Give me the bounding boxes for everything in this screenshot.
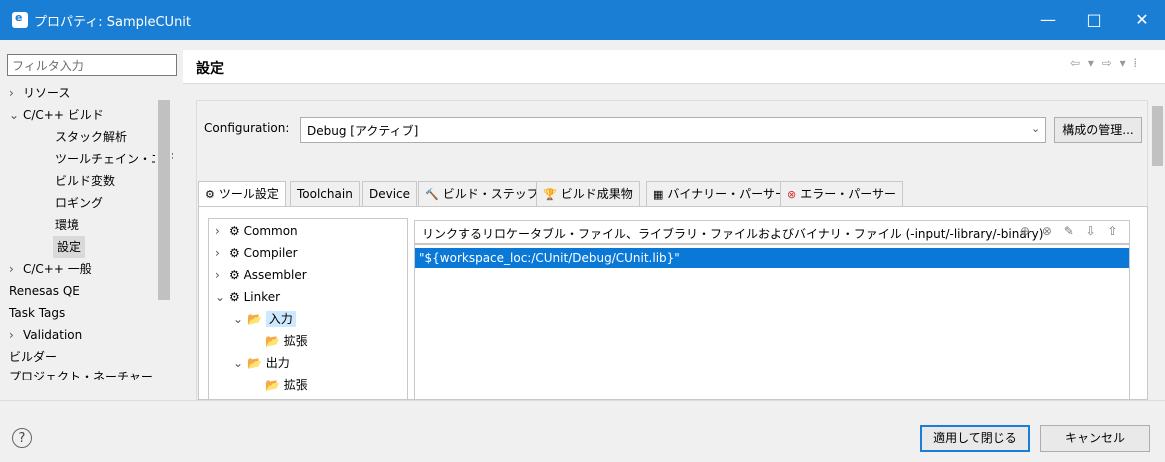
folder-icon: 📂: [247, 356, 262, 370]
chevron-down-icon[interactable]: ⌄: [215, 286, 229, 308]
minimize-button[interactable]: —: [1025, 0, 1071, 40]
list-item[interactable]: "${workspace_loc:/CUnit/Debug/CUnit.lib}…: [415, 248, 1129, 268]
sidebar-item-environment[interactable]: 環境: [55, 214, 79, 236]
binary-icon: ▦: [653, 188, 664, 201]
tab-binary-parser[interactable]: ▦ バイナリー・パーサー: [646, 181, 794, 208]
chevron-right-icon[interactable]: ›: [9, 324, 23, 346]
sidebar-item-settings[interactable]: 設定: [53, 236, 86, 258]
sidebar-item-cpp-build[interactable]: ⌄ C/C++ ビルド: [9, 104, 104, 126]
tool-item-linker-output[interactable]: ⌄ 📂 出力: [233, 352, 290, 374]
tool-item-compiler[interactable]: › ⚙ Compiler: [215, 242, 298, 264]
gear-icon: ⚙: [205, 188, 215, 201]
tool-item-output-extension[interactable]: 📂 拡張: [265, 374, 308, 396]
sidebar-item-build-variables[interactable]: ビルド変数: [55, 170, 115, 192]
tool-item-linker[interactable]: ⌄ ⚙ Linker: [215, 286, 280, 308]
tab-build-artifact[interactable]: 🏆 ビルド成果物: [536, 181, 640, 208]
chevron-right-icon[interactable]: ›: [9, 258, 23, 280]
filter-input[interactable]: フィルタ入力: [7, 54, 177, 76]
tab-error-parser[interactable]: ⊗ エラー・パーサー: [780, 181, 903, 208]
sidebar-item-resource[interactable]: › リソース: [9, 82, 70, 104]
sidebar-item-renesas-qe[interactable]: Renesas QE: [9, 280, 80, 302]
folder-icon: 📂: [265, 334, 280, 348]
error-icon: ⊗: [787, 188, 797, 201]
chevron-right-icon[interactable]: ›: [215, 264, 229, 286]
scrollbar-thumb[interactable]: [1152, 106, 1163, 166]
sidebar-item-validation[interactable]: › Validation: [9, 324, 82, 346]
cancel-button[interactable]: キャンセル: [1040, 425, 1150, 452]
chevron-down-icon[interactable]: ⌄: [233, 352, 247, 374]
tool-settings-tree: › ⚙ Common › ⚙ Compiler › ⚙ Assembler ⌄ ⚙ Li…: [208, 218, 408, 400]
chevron-right-icon[interactable]: ›: [215, 220, 229, 242]
chevron-right-icon[interactable]: ›: [215, 242, 229, 264]
list-title: リンクするリロケータブル・ファイル、ライブラリ・ファイルおよびバイナリ・ファイル…: [422, 227, 1044, 241]
gear-icon: ⚙: [229, 268, 240, 282]
help-icon[interactable]: ?: [12, 428, 32, 448]
tool-item-assembler[interactable]: › ⚙ Assembler: [215, 264, 307, 286]
sidebar-item-task-tags[interactable]: Task Tags: [9, 302, 65, 324]
close-button[interactable]: ✕: [1119, 0, 1165, 40]
gear-icon: ⚙: [229, 290, 240, 304]
chevron-down-icon[interactable]: ⌄: [9, 104, 23, 126]
apply-and-close-button[interactable]: 適用して閉じる: [920, 425, 1030, 452]
maximize-button[interactable]: □: [1071, 0, 1117, 40]
folder-icon: 📂: [247, 312, 262, 326]
window-title: プロパティ: SampleCUnit: [34, 15, 192, 30]
hammer-icon: 🔨: [425, 188, 439, 201]
nav-arrows-icon[interactable]: ⇦ ▾ ⇨ ▾ ⁞: [1070, 56, 1139, 70]
page-title: 設定: [196, 61, 224, 77]
sidebar-item-builders[interactable]: ビルダー: [9, 346, 57, 368]
configuration-label: Configuration:: [204, 121, 290, 135]
trophy-icon: 🏆: [543, 188, 557, 201]
property-tree: › リソース ⌄ C/C++ ビルド スタック解析 ツールチェイン・エデ ビルド変数…: [7, 80, 173, 398]
sidebar-vertical-scrollbar[interactable]: [155, 82, 172, 398]
chevron-down-icon[interactable]: ⌄: [233, 308, 247, 330]
sidebar-item-logging[interactable]: ロギング: [55, 192, 103, 214]
manage-configurations-button[interactable]: 構成の管理...: [1054, 117, 1142, 143]
tab-tool-settings[interactable]: ⚙ ツール設定: [198, 181, 286, 209]
scrollbar-thumb[interactable]: [158, 100, 170, 300]
list-toolbar-icons[interactable]: ⊕ ⊗ ✎ ⇩ ⇧: [1020, 224, 1122, 238]
chevron-right-icon[interactable]: ›: [9, 82, 23, 104]
tab-device[interactable]: Device: [362, 181, 418, 208]
sidebar-item-cpp-general[interactable]: › C/C++ 一般: [9, 258, 92, 280]
gear-icon: ⚙: [229, 224, 240, 238]
folder-icon: 📂: [265, 378, 280, 392]
tab-build-steps[interactable]: 🔨 ビルド・ステップ: [418, 181, 546, 208]
main-vertical-scrollbar[interactable]: [1150, 88, 1165, 400]
sidebar-item-project-nature[interactable]: プロジェクト・ネーチャー: [9, 366, 159, 380]
tool-item-linker-input[interactable]: ⌄ 📂 入力: [233, 308, 296, 330]
sidebar-horizontal-scrollbar[interactable]: [7, 383, 172, 400]
tool-item-common[interactable]: › ⚙ Common: [215, 220, 298, 242]
sidebar-item-stack-analysis[interactable]: スタック解析: [55, 126, 127, 148]
chevron-down-icon[interactable]: ⌄: [1031, 122, 1040, 135]
page-header: [183, 50, 1165, 84]
tab-toolchain[interactable]: Toolchain: [290, 181, 360, 208]
app-icon: e: [12, 11, 28, 28]
gear-icon: ⚙: [229, 246, 240, 260]
configuration-select[interactable]: Debug [アクティブ]: [300, 117, 1046, 143]
tool-item-input-extension[interactable]: 📂 拡張: [265, 330, 308, 352]
